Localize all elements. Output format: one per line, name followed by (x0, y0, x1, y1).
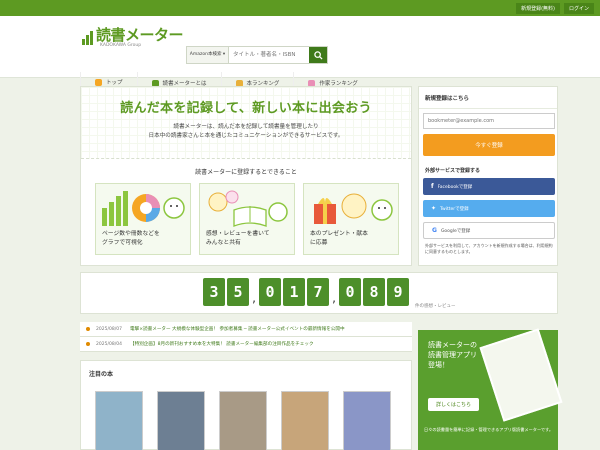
notable-books: 注目の本 (80, 360, 412, 450)
top-links: 新規登録(無料) ログイン (516, 0, 594, 16)
counter-digit: 3 (203, 278, 225, 306)
header: 読書メーター KADOKAWA Group Amazon本検索 ▾ トップ 読書… (0, 16, 600, 94)
book-cover[interactable] (157, 391, 205, 450)
intro-panel: 読んだ本を記録して、新しい本に出会おう 読書メーターは、読んだ本を記録して読書量… (80, 86, 412, 266)
gift-icon (314, 193, 393, 224)
news-item[interactable]: 2025/08/04 【特別企画】8月の新刊おすすめ本を大特集！ 読書メーター編… (80, 337, 412, 352)
app-title-3: 登場！ (428, 361, 449, 369)
twitter-icon: ✦ (431, 205, 437, 212)
features-title: 読書メーターに登録するとできること (195, 169, 297, 176)
counter-comma: , (332, 291, 336, 305)
counter-digit: 7 (307, 278, 329, 306)
logo-bars-icon (82, 31, 93, 45)
signup-panel: 新規登録はこちら 今すぐ登録 外部サービスで登録する f Facebookで登録… (418, 86, 558, 266)
terms-note: 外部サービスを利用して、アカウントを新規作成する場合は、利用規約に同意するものと… (425, 243, 553, 254)
news-date: 2025/08/04 (96, 341, 122, 347)
logo-text: 読書メーター (96, 26, 184, 44)
open-book-icon (208, 190, 288, 227)
review-counter: 35,017,089 件の感想・レビュー (80, 272, 558, 314)
book-cover[interactable] (95, 391, 143, 450)
google-icon: G (432, 227, 437, 234)
features-list: ページ数や冊数などを グラフで可視化 感想・レビューを書いて みんなと共有 本の… (95, 183, 399, 255)
search-category-select[interactable]: Amazon本検索 ▾ (187, 47, 229, 63)
register-link[interactable]: 新規登録(無料) (516, 2, 560, 14)
search-input[interactable] (229, 47, 309, 63)
feature-card-gift: 本のプレゼント・献本 に応募 (303, 183, 399, 255)
news-date: 2025/08/07 (96, 326, 122, 332)
graph-icon (102, 191, 185, 226)
book-cover[interactable] (281, 391, 329, 450)
register-button[interactable]: 今すぐ登録 (423, 134, 555, 156)
top-bar: 新規登録(無料) ログイン (0, 0, 600, 16)
search-icon (313, 50, 323, 60)
twitter-signup-button[interactable]: ✦ Twitterで登録 (423, 200, 555, 217)
counter-digit: 0 (339, 278, 361, 306)
counter-digit: 1 (283, 278, 305, 306)
bullet-icon (86, 342, 90, 346)
logo[interactable]: 読書メーター (82, 24, 184, 45)
search-button[interactable] (309, 47, 327, 63)
counter-digit: 0 (259, 278, 281, 306)
notable-title: 注目の本 (89, 371, 114, 378)
phone-illustration (479, 328, 563, 422)
counter-digit: 9 (387, 278, 409, 306)
button-label: Twitterで登録 (440, 206, 469, 212)
login-link[interactable]: ログイン (563, 2, 594, 14)
feature-text: 本のプレゼント・献本 (310, 231, 368, 237)
feature-text: みんなと共有 (206, 240, 241, 246)
counter-label: 件の感想・レビュー (415, 304, 456, 309)
signup-title: 新規登録はこちら (419, 87, 557, 109)
app-description: 日々の読書量を簡単に記録・管理できるアプリ版読書メーターです。 (424, 427, 554, 432)
nav-label: トップ (106, 80, 123, 86)
app-title-2: 読書管理アプリ (428, 351, 477, 359)
button-label: Googleで登録 (440, 228, 471, 234)
book-cover[interactable] (219, 391, 267, 450)
facebook-icon: f (431, 183, 434, 190)
feature-text: に応募 (310, 240, 328, 246)
feature-card-graph: ページ数や冊数などを グラフで可視化 (95, 183, 191, 255)
home-icon (95, 78, 102, 86)
email-field[interactable] (423, 113, 555, 129)
counter-digits: 35,017,089 (203, 278, 409, 306)
google-signup-button[interactable]: G Googleで登録 (423, 222, 555, 239)
facebook-signup-button[interactable]: f Facebookで登録 (423, 178, 555, 195)
hero-desc-1: 読書メーターは、読んだ本を記録して読書量を管理したり (173, 124, 319, 130)
news-item[interactable]: 2025/08/07 電撃×読書メーター 大規模な体験型企画！ 参加者募集 ─ … (80, 322, 412, 337)
search-bar: Amazon本検索 ▾ (186, 46, 328, 64)
external-signup-title: 外部サービスで登録する (425, 168, 481, 174)
button-label: Facebookで登録 (437, 184, 473, 190)
feature-text: グラフで可視化 (102, 240, 143, 246)
news-text[interactable]: 【特別企画】8月の新刊おすすめ本を大特集！ 読書メーター編集部の注目作品をチェッ… (130, 341, 314, 347)
book-list (95, 391, 391, 450)
hero-title: 読んだ本を記録して、新しい本に出会おう (120, 101, 372, 116)
app-title-1: 読書メーターの (428, 341, 477, 349)
feature-card-review: 感想・レビューを書いて みんなと共有 (199, 183, 295, 255)
hero: 読んだ本を記録して、新しい本に出会おう 読書メーターは、読んだ本を記録して読書量… (81, 87, 411, 159)
news-text[interactable]: 電撃×読書メーター 大規模な体験型企画！ 参加者募集 ─ 読書メーター公式イベン… (130, 326, 345, 332)
app-details-button[interactable]: 詳しくはこちら (428, 398, 480, 411)
counter-comma: , (252, 291, 256, 305)
counter-digit: 8 (363, 278, 385, 306)
book-cover[interactable] (343, 391, 391, 450)
counter-digit: 5 (227, 278, 249, 306)
logo-subtitle: KADOKAWA Group (100, 43, 142, 48)
feature-text: 感想・レビューを書いて (206, 231, 270, 237)
hero-desc-2: 日本中の読書家さんと本を通じたコミュニケーションができるサービスです。 (148, 133, 344, 139)
app-banner[interactable]: 読書メーターの 読書管理アプリ 登場！ 詳しくはこちら 日々の読書量を簡単に記録… (418, 328, 563, 450)
feature-text: ページ数や冊数などを (102, 231, 160, 237)
news-list: 2025/08/07 電撃×読書メーター 大規模な体験型企画！ 参加者募集 ─ … (80, 322, 412, 352)
bullet-icon (86, 327, 90, 331)
